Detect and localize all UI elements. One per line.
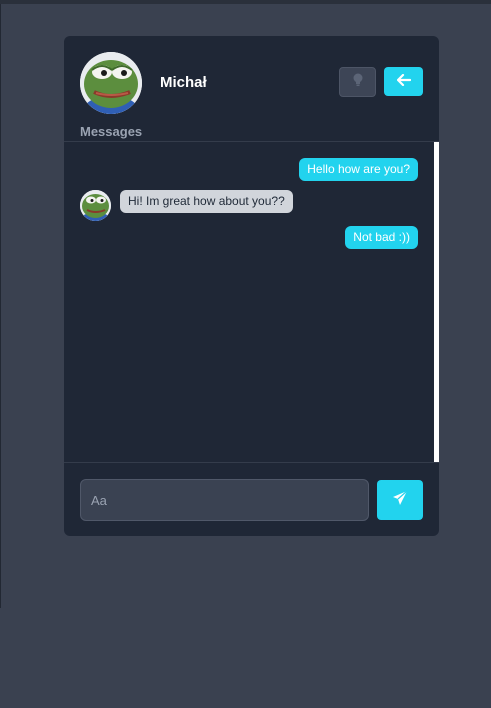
lightbulb-icon — [352, 73, 364, 92]
section-title: Messages — [80, 124, 143, 139]
left-edge-line — [0, 4, 1, 608]
divider — [64, 462, 439, 463]
user-name: Michał — [160, 74, 207, 91]
scrollbar[interactable] — [434, 142, 439, 462]
message-input[interactable] — [80, 479, 369, 521]
user-avatar — [80, 52, 142, 114]
outgoing-message: Hello how are you? — [299, 158, 418, 181]
paper-plane-icon — [392, 490, 408, 511]
arrow-left-icon — [396, 73, 411, 91]
outgoing-message: Not bad :)) — [345, 226, 418, 249]
chat-window: Michał Messages Hello how are you? Hi! I… — [64, 36, 439, 536]
theme-toggle-button[interactable] — [339, 67, 376, 97]
frog-avatar — [80, 190, 111, 221]
back-button[interactable] — [384, 67, 423, 96]
send-button[interactable] — [377, 480, 423, 520]
top-strip — [0, 0, 491, 4]
incoming-message: Hi! Im great how about you?? — [120, 190, 293, 213]
chat-header: Michał Messages — [64, 36, 439, 141]
